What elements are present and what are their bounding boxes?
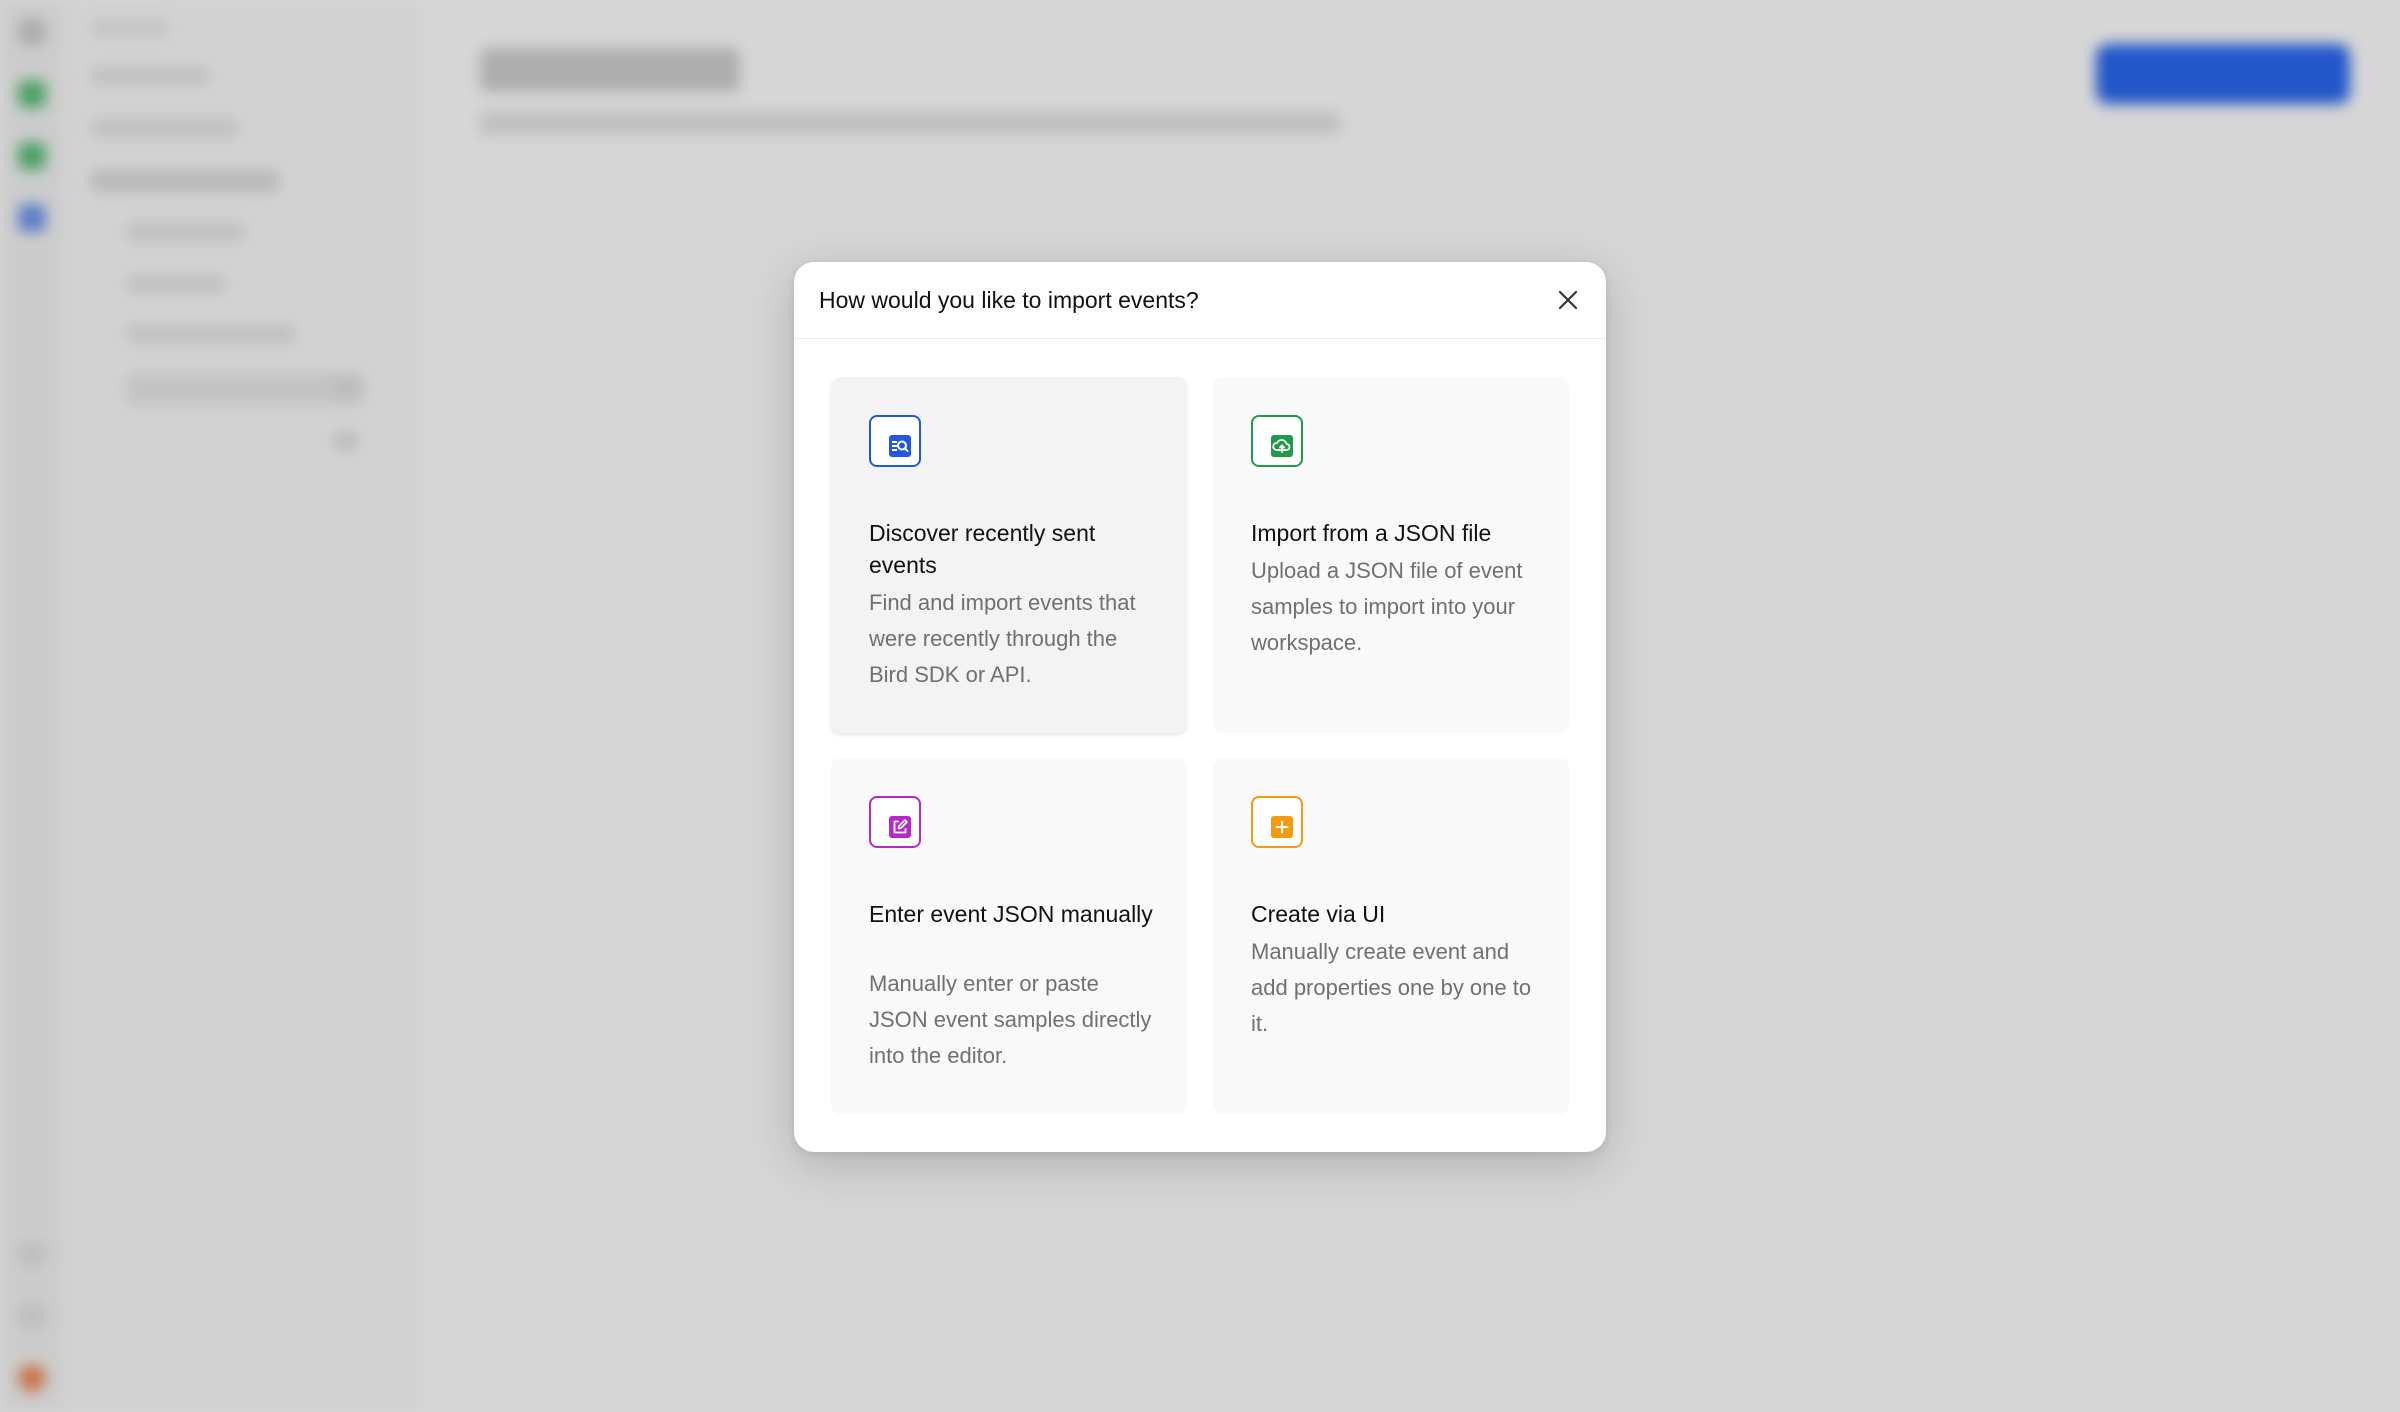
discover-icon: [869, 415, 921, 467]
close-icon: [1558, 290, 1578, 310]
option-enter-json-manually[interactable]: Enter event JSON manually Manually enter…: [831, 758, 1187, 1114]
option-title: Discover recently sent events: [869, 520, 1096, 578]
close-button[interactable]: [1550, 282, 1586, 318]
option-title: Enter event JSON manually: [869, 901, 1153, 927]
import-events-modal: How would you like to import events? Dis…: [794, 262, 1606, 1152]
option-discover-events[interactable]: Discover recently sent events Find and i…: [831, 377, 1187, 733]
option-title: Create via UI: [1251, 901, 1386, 927]
modal-header: How would you like to import events?: [794, 262, 1606, 339]
plus-icon: [1251, 796, 1303, 848]
modal-title: How would you like to import events?: [819, 287, 1199, 313]
option-description: Manually create event and add properties…: [1251, 939, 1532, 1036]
option-description: Find and import events that were recentl…: [869, 590, 1136, 687]
option-title: Import from a JSON file: [1251, 520, 1492, 546]
option-description: Upload a JSON file of event samples to i…: [1251, 558, 1523, 655]
edit-icon: [869, 796, 921, 848]
option-description: Manually enter or paste JSON event sampl…: [869, 971, 1152, 1068]
option-create-via-ui[interactable]: Create via UI Manually create event and …: [1213, 758, 1569, 1114]
option-import-json-file[interactable]: Import from a JSON file Upload a JSON fi…: [1213, 377, 1569, 733]
cloud-upload-icon: [1251, 415, 1303, 467]
